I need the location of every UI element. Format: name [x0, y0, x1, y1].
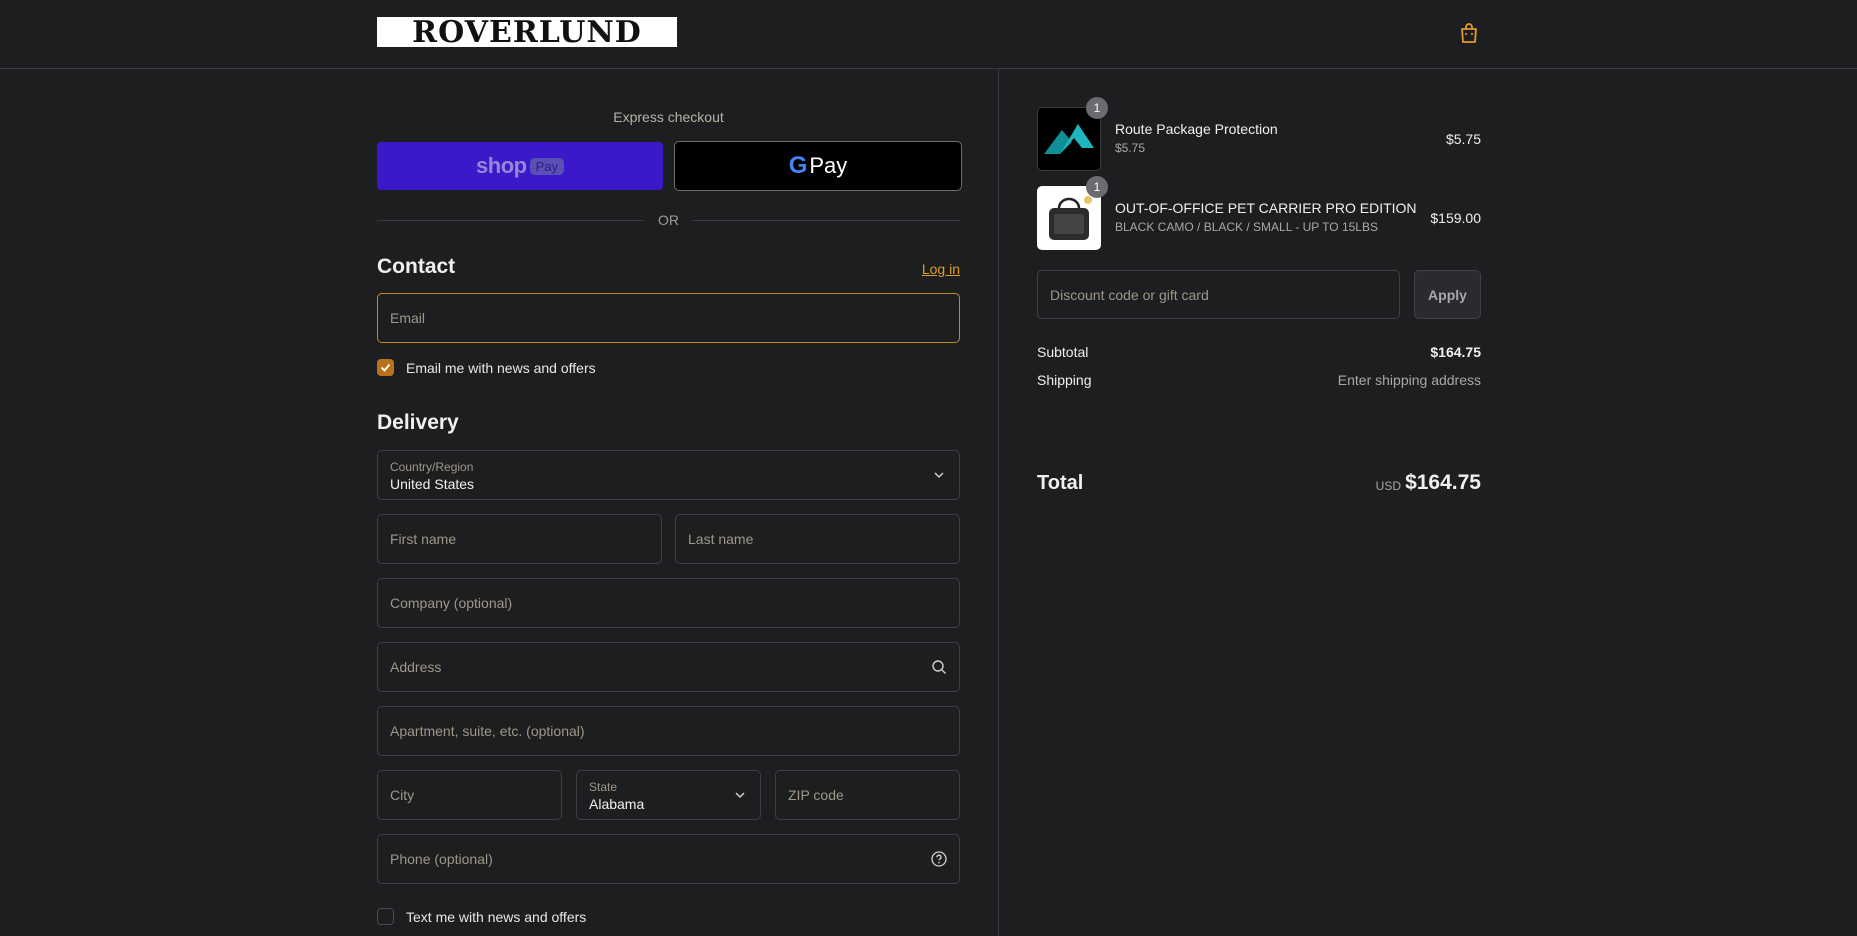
header: ROVERLUND [0, 0, 1857, 69]
city-placeholder: City [390, 787, 415, 803]
first-name-placeholder: First name [390, 531, 457, 547]
delivery-heading: Delivery [377, 411, 459, 434]
checkmark-icon [380, 363, 391, 372]
shop-pay-button[interactable]: shop Pay [377, 142, 663, 190]
company-placeholder: Company (optional) [390, 595, 513, 611]
total-label: Total [1037, 472, 1084, 494]
country-select[interactable]: Country/Region United States [377, 450, 960, 500]
column-divider [998, 69, 999, 936]
cart-item: 1 Route Package Protection $5.75 $5.75 [1037, 97, 1481, 171]
cart-item: 1 OUT-OF-OFFICE PET CARRIER PRO EDITION … [1037, 176, 1481, 250]
shopping-bag-icon[interactable] [1458, 22, 1480, 44]
city-field[interactable]: City [377, 770, 562, 820]
state-select[interactable]: State Alabama [576, 770, 761, 820]
email-news-checkbox[interactable] [377, 359, 394, 376]
quantity-badge: 1 [1086, 176, 1108, 198]
country-label: Country/Region [390, 460, 474, 474]
contact-heading: Contact [377, 255, 456, 278]
google-pay-button[interactable]: G Pay [674, 141, 962, 191]
help-icon[interactable] [931, 851, 947, 867]
item-price: $159.00 [1430, 210, 1481, 226]
item-subtitle: BLACK CAMO / BLACK / SMALL - UP TO 15LBS [1115, 220, 1378, 234]
country-value: United States [390, 476, 475, 492]
apartment-field[interactable]: Apartment, suite, etc. (optional) [377, 706, 960, 756]
shop-pay-label: shop [476, 153, 527, 178]
login-link[interactable]: Log in [922, 261, 960, 277]
or-line-left [377, 219, 644, 221]
google-pay-label: Pay [809, 153, 848, 178]
state-value: Alabama [589, 796, 645, 812]
quantity-badge: 1 [1086, 97, 1108, 119]
address-field[interactable]: Address [377, 642, 960, 692]
phone-placeholder: Phone (optional) [390, 851, 493, 867]
text-news-checkbox[interactable] [377, 908, 394, 925]
zip-placeholder: ZIP code [788, 787, 844, 803]
last-name-placeholder: Last name [688, 531, 754, 547]
shop-pay-pill: Pay [529, 157, 564, 175]
item-price: $5.75 [1445, 131, 1481, 147]
subtotal-label: Subtotal [1037, 344, 1089, 360]
item-name: OUT-OF-OFFICE PET CARRIER PRO EDITION [1115, 200, 1417, 216]
brand-logo-text: ROVERLUND [412, 17, 642, 47]
google-g-icon: G [788, 152, 808, 179]
total-currency: USD [1375, 479, 1401, 493]
total-value: $164.75 [1405, 471, 1481, 494]
brand-logo[interactable]: ROVERLUND [377, 17, 677, 47]
chevron-down-icon [735, 792, 745, 799]
item-name: Route Package Protection [1115, 121, 1278, 137]
chevron-down-icon [934, 472, 944, 479]
zip-field[interactable]: ZIP code [775, 770, 960, 820]
or-line-right [693, 219, 960, 221]
shipping-label: Shipping [1037, 372, 1092, 388]
email-placeholder: Email [390, 310, 426, 326]
first-name-field[interactable]: First name [377, 514, 662, 564]
company-field[interactable]: Company (optional) [377, 578, 960, 628]
text-news-label: Text me with news and offers [406, 908, 587, 925]
express-checkout-title: Express checkout [613, 109, 724, 125]
email-field[interactable]: Email [377, 293, 960, 343]
phone-field[interactable]: Phone (optional) [377, 834, 960, 884]
or-divider: OR [377, 210, 960, 230]
subtotal-value: $164.75 [1430, 344, 1481, 360]
text-news-checkbox-row[interactable]: Text me with news and offers [377, 908, 586, 925]
apartment-placeholder: Apartment, suite, etc. (optional) [390, 723, 585, 739]
apply-button[interactable]: Apply [1414, 270, 1481, 319]
item-subtitle: $5.75 [1115, 141, 1146, 155]
search-icon[interactable] [931, 659, 947, 675]
discount-input[interactable]: Discount code or gift card [1037, 270, 1400, 319]
state-label: State [589, 780, 618, 794]
discount-placeholder: Discount code or gift card [1050, 286, 1209, 303]
address-placeholder: Address [390, 659, 442, 675]
email-news-label: Email me with news and offers [406, 359, 596, 376]
email-news-checkbox-row[interactable]: Email me with news and offers [377, 359, 596, 376]
last-name-field[interactable]: Last name [675, 514, 960, 564]
shipping-value: Enter shipping address [1337, 372, 1481, 388]
or-label: OR [658, 212, 679, 228]
